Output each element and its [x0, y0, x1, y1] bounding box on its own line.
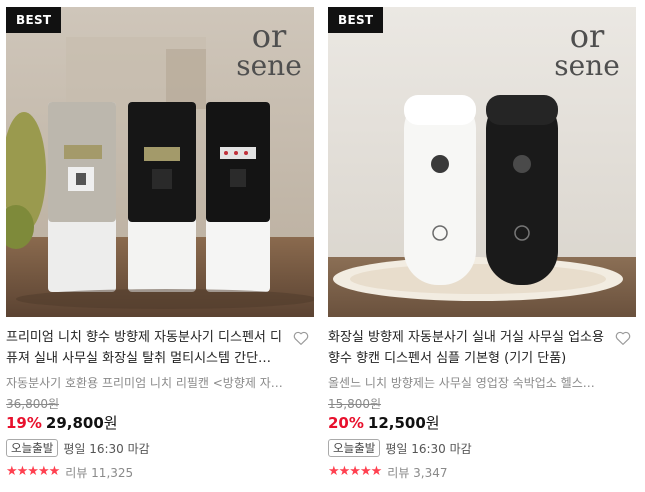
heart-outline-icon[interactable] [292, 329, 310, 347]
best-badge: BEST [6, 7, 62, 33]
heart-outline-icon[interactable] [614, 329, 632, 347]
best-badge: BEST [328, 7, 384, 33]
price-row: 19% 29,800원 [6, 413, 314, 433]
product-card[interactable]: BEST or sene 프리미엄 니치 향수 방향제 자동분사기 디스펜서 디… [6, 7, 314, 480]
brand-logo-line1: or [251, 17, 287, 55]
product-grid: BEST or sene 프리미엄 니치 향수 방향제 자동분사기 디스펜서 디… [0, 0, 645, 492]
product-image[interactable]: BEST or sene [328, 7, 636, 317]
shipping-tag: 오늘출발 [6, 439, 59, 457]
star-rating-icon: ★★★★★ [6, 464, 60, 479]
shipping-note: 평일 16:30 마감 [63, 441, 150, 456]
review-row: ★★★★★ 리뷰 11,325 [6, 464, 314, 480]
currency-label: 원 [425, 414, 440, 432]
brand-logo-line2: sene [554, 49, 620, 82]
brand-logo-line2: sene [236, 49, 302, 82]
brand-logo-line1: or [569, 17, 605, 55]
sale-price: 12,500 [367, 414, 426, 432]
original-price: 36,800원 [6, 397, 60, 411]
product-subtitle: 자동분사기 호환용 프리미엄 니치 리필캔 <방향제 자… [6, 376, 283, 390]
price-row: 20% 12,500원 [328, 413, 636, 433]
product-title[interactable]: 프리미엄 니치 향수 방향제 자동분사기 디스펜서 디퓨져 실내 사무실 화장실… [6, 327, 284, 369]
product-title[interactable]: 화장실 방향제 자동분사기 실내 거실 사무실 업소용 향수 향캔 디스펜서 심… [328, 327, 606, 369]
product-subtitle: 올센느 니치 방향제는 사무실 영업장 숙박업소 헬스… [328, 376, 595, 390]
sale-price: 29,800 [45, 414, 104, 432]
review-count[interactable]: 리뷰 3,347 [387, 464, 447, 481]
shipping-note: 평일 16:30 마감 [385, 441, 472, 456]
currency-label: 원 [103, 414, 118, 432]
shipping-row: 오늘출발 평일 16:30 마감 [6, 438, 314, 458]
product-image[interactable]: BEST or sene [6, 7, 314, 317]
discount-rate: 19% [6, 414, 42, 432]
original-price: 15,800원 [328, 397, 382, 411]
product-card[interactable]: BEST or sene 화장실 방향제 자동분사기 실내 거실 사무실 업소용… [328, 7, 636, 480]
review-row: ★★★★★ 리뷰 3,347 [328, 464, 636, 480]
discount-rate: 20% [328, 414, 364, 432]
review-count[interactable]: 리뷰 11,325 [65, 464, 133, 481]
brand-logo: or sene [550, 17, 624, 82]
shipping-tag: 오늘출발 [328, 439, 381, 457]
star-rating-icon: ★★★★★ [328, 464, 382, 479]
shipping-row: 오늘출발 평일 16:30 마감 [328, 438, 636, 458]
brand-logo: or sene [234, 17, 304, 82]
